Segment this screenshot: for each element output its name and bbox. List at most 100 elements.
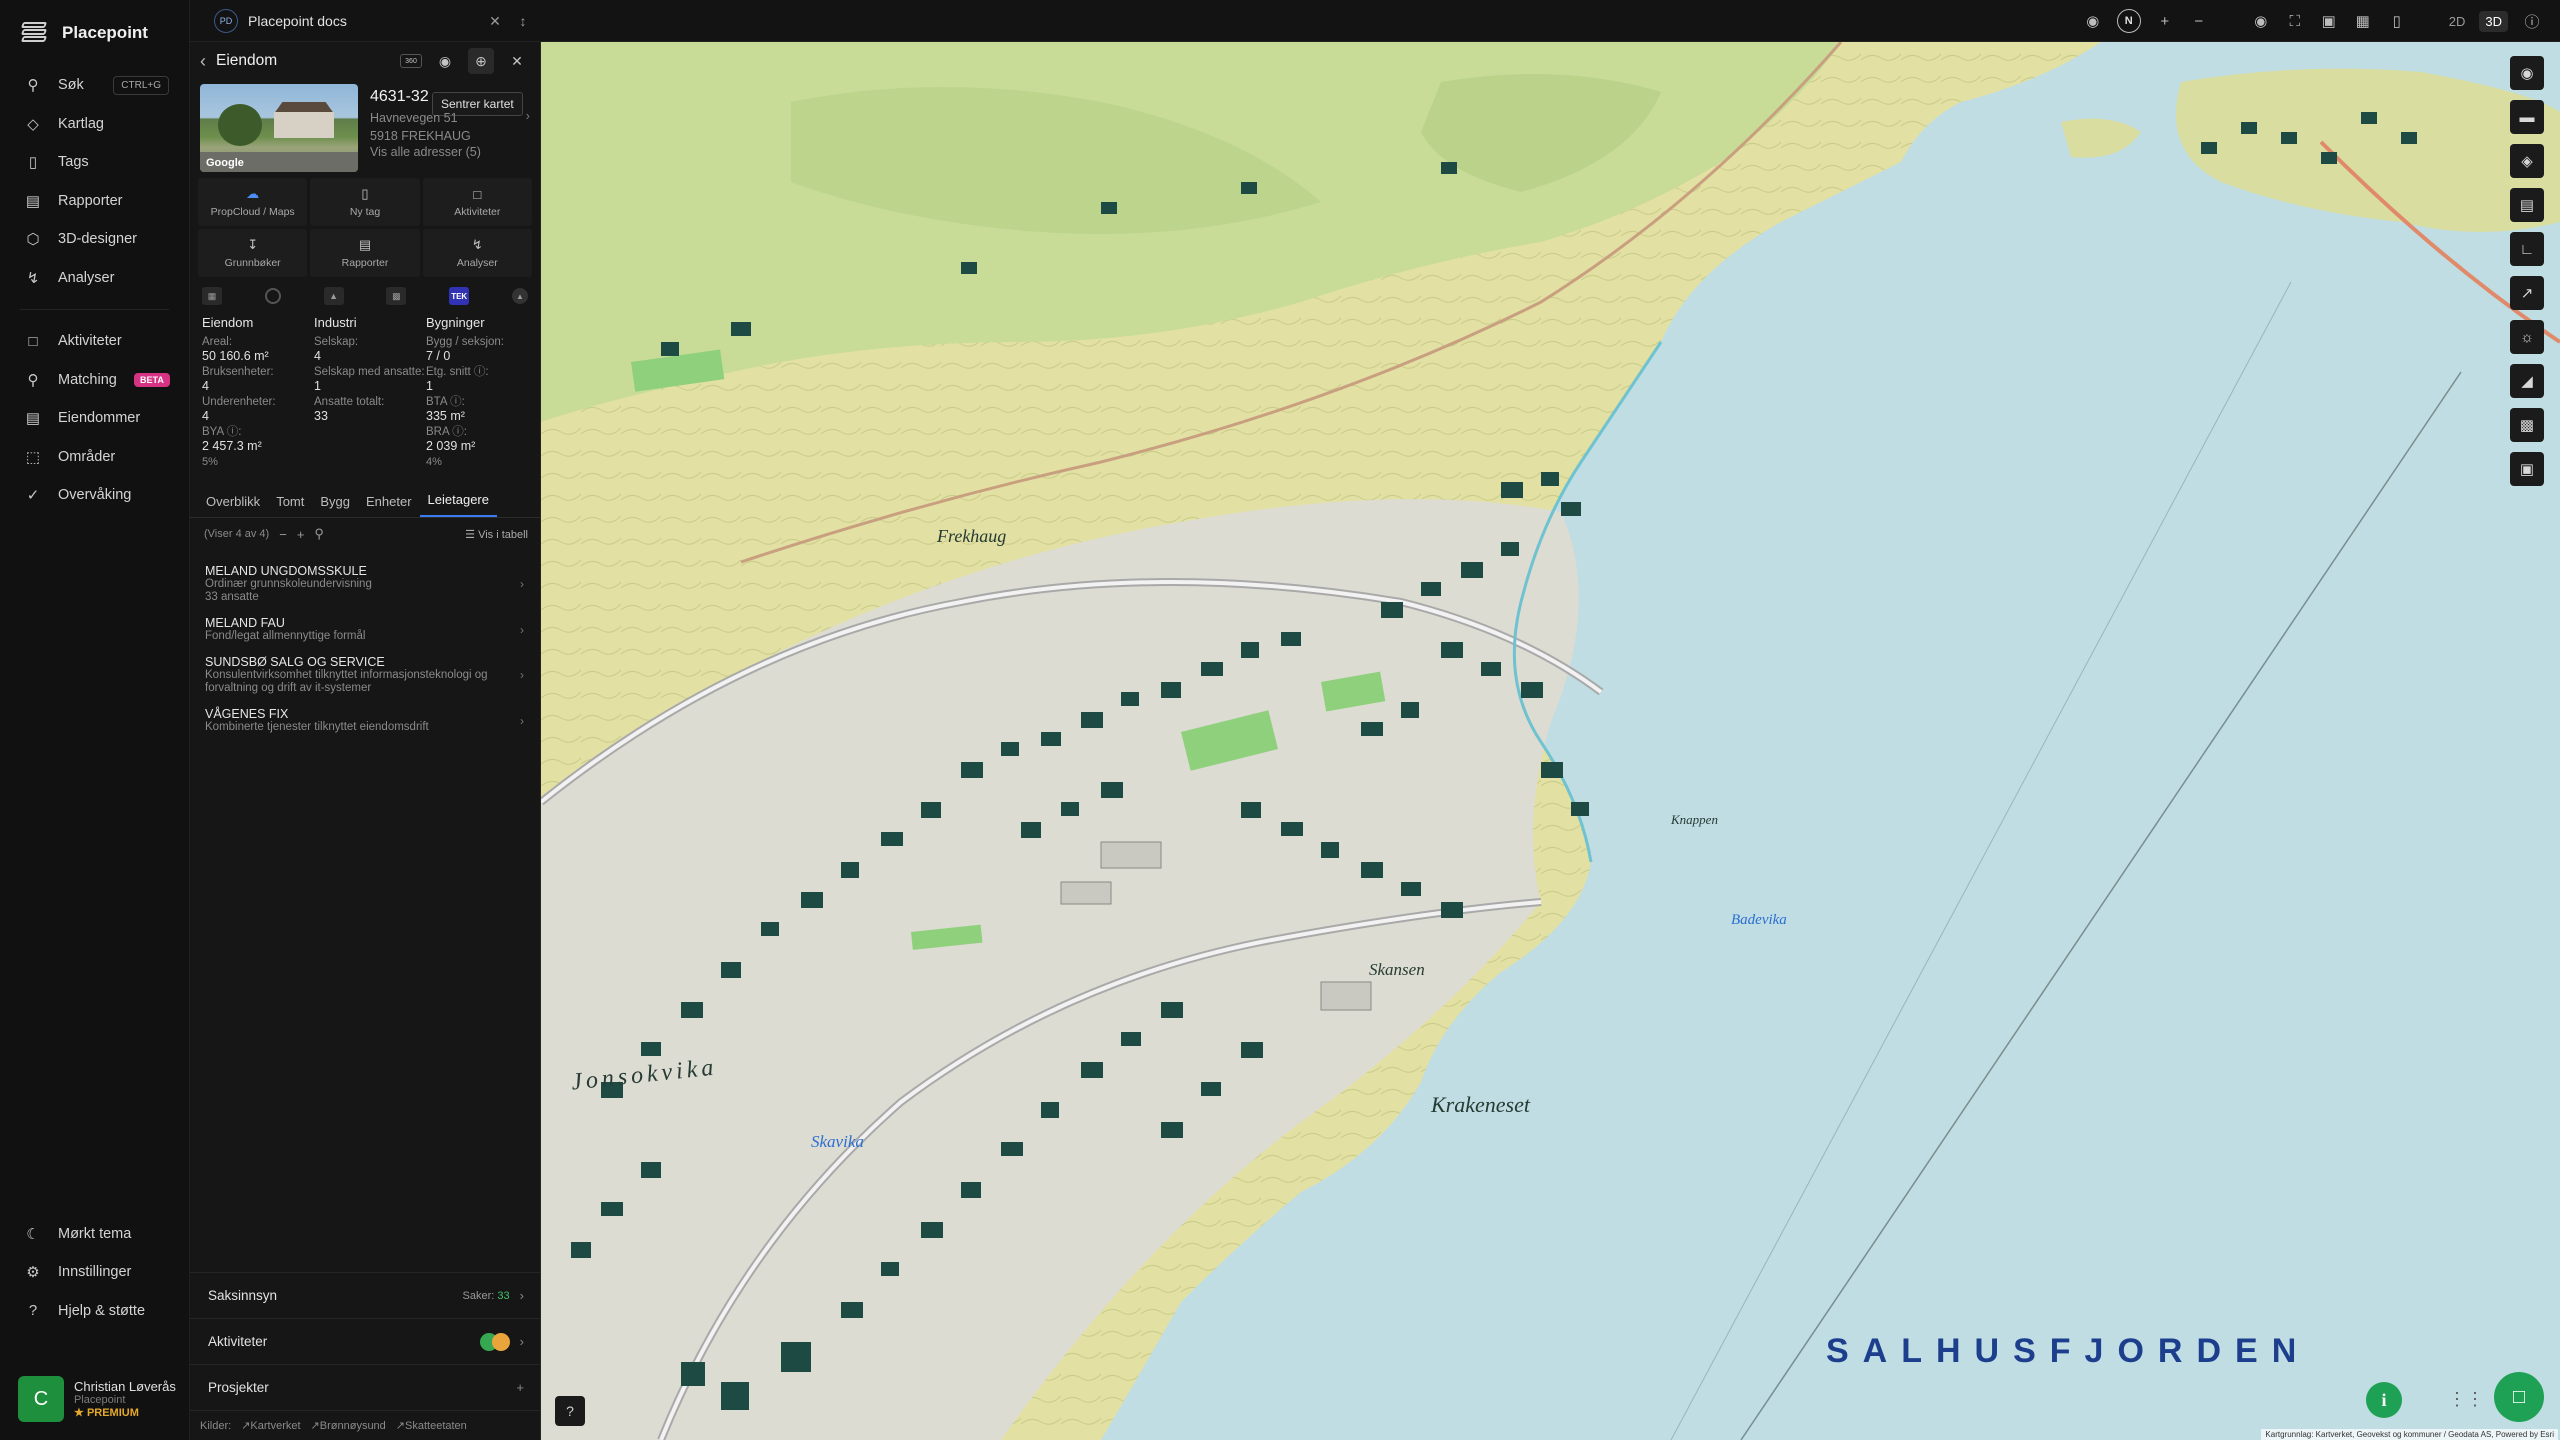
case-count: Saker: 33 ›: [463, 1288, 524, 1303]
camera-icon[interactable]: ▣: [2319, 11, 2339, 31]
cadastre-source-icon[interactable]: ▦: [202, 287, 222, 305]
activities-button[interactable]: □ Aktiviteter: [422, 178, 532, 226]
nav-item-matching[interactable]: ⚲ Matching BETA: [0, 361, 189, 400]
ruler-icon[interactable]: ▬: [2510, 100, 2544, 134]
analyses-button[interactable]: ↯ Analyser: [422, 229, 532, 277]
chat-support-button[interactable]: □: [2494, 1372, 2544, 1422]
layers-icon[interactable]: ◈: [2510, 144, 2544, 178]
chevron-updown-icon[interactable]: ↕: [514, 13, 532, 29]
nav-item-omrader[interactable]: ⬚ Områder: [0, 438, 189, 477]
list-item[interactable]: SUNDSBØ SALG OG SERVICE Konsulentvirksom…: [190, 649, 540, 701]
property-panel: ‹ Eiendom 360 ◉ ⊕ ✕ Sentrer kartet Googl…: [190, 42, 541, 1440]
chevron-right-icon: ›: [520, 622, 524, 637]
nav-item-rapporter[interactable]: ▤ Rapporter: [0, 182, 189, 221]
measure-icon[interactable]: ∟: [2510, 232, 2544, 266]
section-title: Prosjekter: [208, 1380, 269, 1395]
chart-icon[interactable]: ▤: [2510, 188, 2544, 222]
show-table-button[interactable]: ☰ Vis i tabell: [465, 528, 528, 541]
grid-icon[interactable]: ▦: [2353, 11, 2373, 31]
nav-item-3d-designer[interactable]: ⬡ 3D-designer: [0, 220, 189, 259]
eye-icon[interactable]: ◉: [2251, 11, 2271, 31]
shadow-icon[interactable]: ◢: [2510, 364, 2544, 398]
back-arrow-icon[interactable]: ‹: [200, 51, 206, 72]
signal-bars-icon[interactable]: ▩: [386, 287, 407, 305]
zoom-out-icon[interactable]: −: [2189, 11, 2209, 31]
document-tab[interactable]: PD Placepoint docs ✕ ↕: [206, 6, 540, 36]
eye-icon[interactable]: ◉: [432, 48, 458, 74]
nav-item-settings[interactable]: ⚙ Innstillinger: [0, 1253, 189, 1292]
nav-item-kartlag[interactable]: ◇ Kartlag: [0, 105, 189, 144]
trophy-icon: ★: [74, 1407, 84, 1419]
view-360-icon[interactable]: 360: [400, 54, 422, 68]
north-compass-button[interactable]: N: [2116, 9, 2141, 33]
nav-item-dark-theme[interactable]: ☾ Mørkt tema: [0, 1215, 189, 1254]
tab-enheter[interactable]: Enheter: [358, 494, 420, 517]
brand[interactable]: Placepoint: [0, 0, 189, 66]
bookmark-icon[interactable]: ▯: [2387, 11, 2407, 31]
map-3d-view[interactable]: Frekhaug Skansen Krakeneset Jonsokvika S…: [541, 42, 2560, 1440]
fullscreen-icon[interactable]: ⛶: [2285, 11, 2305, 31]
map-canvas[interactable]: [541, 42, 2560, 1440]
help-icon: ?: [28, 1302, 38, 1320]
property-address-block[interactable]: 4631-32 Havnevegen 51 5918 FREKHAUG Vis …: [370, 84, 532, 172]
plus-icon[interactable]: +: [516, 1380, 524, 1395]
aktiviteter-row[interactable]: Aktiviteter ›: [190, 1318, 540, 1364]
mode-3d-button[interactable]: 3D: [2479, 10, 2508, 32]
help-icon[interactable]: ?: [555, 1396, 585, 1426]
prosjekter-row[interactable]: Prosjekter +: [190, 1364, 540, 1410]
nav-item-eiendommer[interactable]: ▤ Eiendommer: [0, 399, 189, 438]
nav-item-overvaking[interactable]: ✓ Overvåking: [0, 476, 189, 515]
propcloud-button[interactable]: ☁ PropCloud / Maps: [198, 178, 308, 226]
collapse-icon[interactable]: −: [279, 527, 287, 542]
list-item[interactable]: MELAND UNGDOMSSKULE Ordinær grunnskoleun…: [190, 558, 540, 610]
layers-toggle-icon[interactable]: ◉: [2083, 11, 2103, 31]
export-icon[interactable]: ▣: [2510, 452, 2544, 486]
drag-handle-icon[interactable]: ⋮⋮: [2448, 1389, 2484, 1410]
street-view-photo[interactable]: Google: [200, 84, 358, 172]
tek-source-badge[interactable]: TEK: [449, 287, 470, 305]
close-icon[interactable]: ✕: [504, 48, 530, 74]
factory-source-icon[interactable]: ▲: [323, 287, 344, 305]
list-item[interactable]: VÅGENES FIX Kombinerte tjenester tilknyt…: [190, 701, 540, 740]
chevron-up-icon[interactable]: ▲: [511, 288, 528, 304]
close-icon[interactable]: ✕: [486, 13, 504, 30]
reports-button[interactable]: ▤ Rapporter: [310, 229, 420, 277]
user-card[interactable]: C Christian Løverås Placepoint ★ PREMIUM: [18, 1376, 181, 1422]
info-button[interactable]: i: [2366, 1382, 2402, 1418]
mode-2d-button[interactable]: 2D: [2449, 14, 2466, 29]
nav-item-aktiviteter[interactable]: □ Aktiviteter: [0, 322, 189, 361]
stat-value: 2 457.3 m²: [202, 439, 262, 453]
document-badge: PD: [214, 9, 238, 33]
new-tag-button[interactable]: ▯ Ny tag: [310, 178, 420, 226]
saksinnsyn-row[interactable]: Saksinnsyn Saker: 33 ›: [190, 1272, 540, 1318]
source-link[interactable]: ↗Brønnøysund: [311, 1419, 386, 1432]
globe-icon[interactable]: ◉: [2510, 56, 2544, 90]
map-label-fjord: SALHUSFJORDEN: [1826, 1332, 2311, 1370]
tab-tomt[interactable]: Tomt: [268, 494, 312, 517]
zoom-in-icon[interactable]: +: [2155, 11, 2175, 31]
add-icon[interactable]: +: [297, 527, 305, 542]
elevation-icon[interactable]: ↗: [2510, 276, 2544, 310]
nav-item-analyser[interactable]: ↯ Analyser: [0, 259, 189, 298]
property-tabs: Overblikk Tomt Bygg Enheter Leietagere: [190, 468, 540, 518]
land-registry-button[interactable]: ↧ Grunnbøker: [198, 229, 308, 277]
globe-source-icon[interactable]: [264, 288, 281, 304]
tab-bygg[interactable]: Bygg: [312, 494, 358, 517]
stat-label: Bruksenheter:: [202, 366, 274, 378]
profile-icon[interactable]: ▩: [2510, 408, 2544, 442]
list-item[interactable]: MELAND FAU Fond/legat allmennyttige form…: [190, 610, 540, 649]
info-icon[interactable]: ⓘ: [2522, 11, 2542, 31]
search-icon[interactable]: ⚲: [314, 526, 324, 542]
source-link[interactable]: ↗Kartverket: [241, 1419, 300, 1432]
tab-leietagere[interactable]: Leietagere: [419, 492, 497, 517]
nav-item-tags[interactable]: ▯ Tags: [0, 143, 189, 182]
all-addresses-link[interactable]: Vis alle adresser (5): [370, 145, 532, 159]
stats-title: Bygninger: [426, 315, 485, 330]
crosshair-icon[interactable]: ⊕: [468, 48, 494, 74]
bolt-icon: ↯: [26, 269, 40, 287]
source-link[interactable]: ↗Skatteetaten: [396, 1419, 467, 1432]
nav-item-search[interactable]: ⚲ Søk CTRL+G: [0, 66, 189, 105]
tab-overblikk[interactable]: Overblikk: [198, 494, 268, 517]
nav-item-help[interactable]: ? Hjelp & støtte: [0, 1292, 189, 1331]
sun-icon[interactable]: ☼: [2510, 320, 2544, 354]
